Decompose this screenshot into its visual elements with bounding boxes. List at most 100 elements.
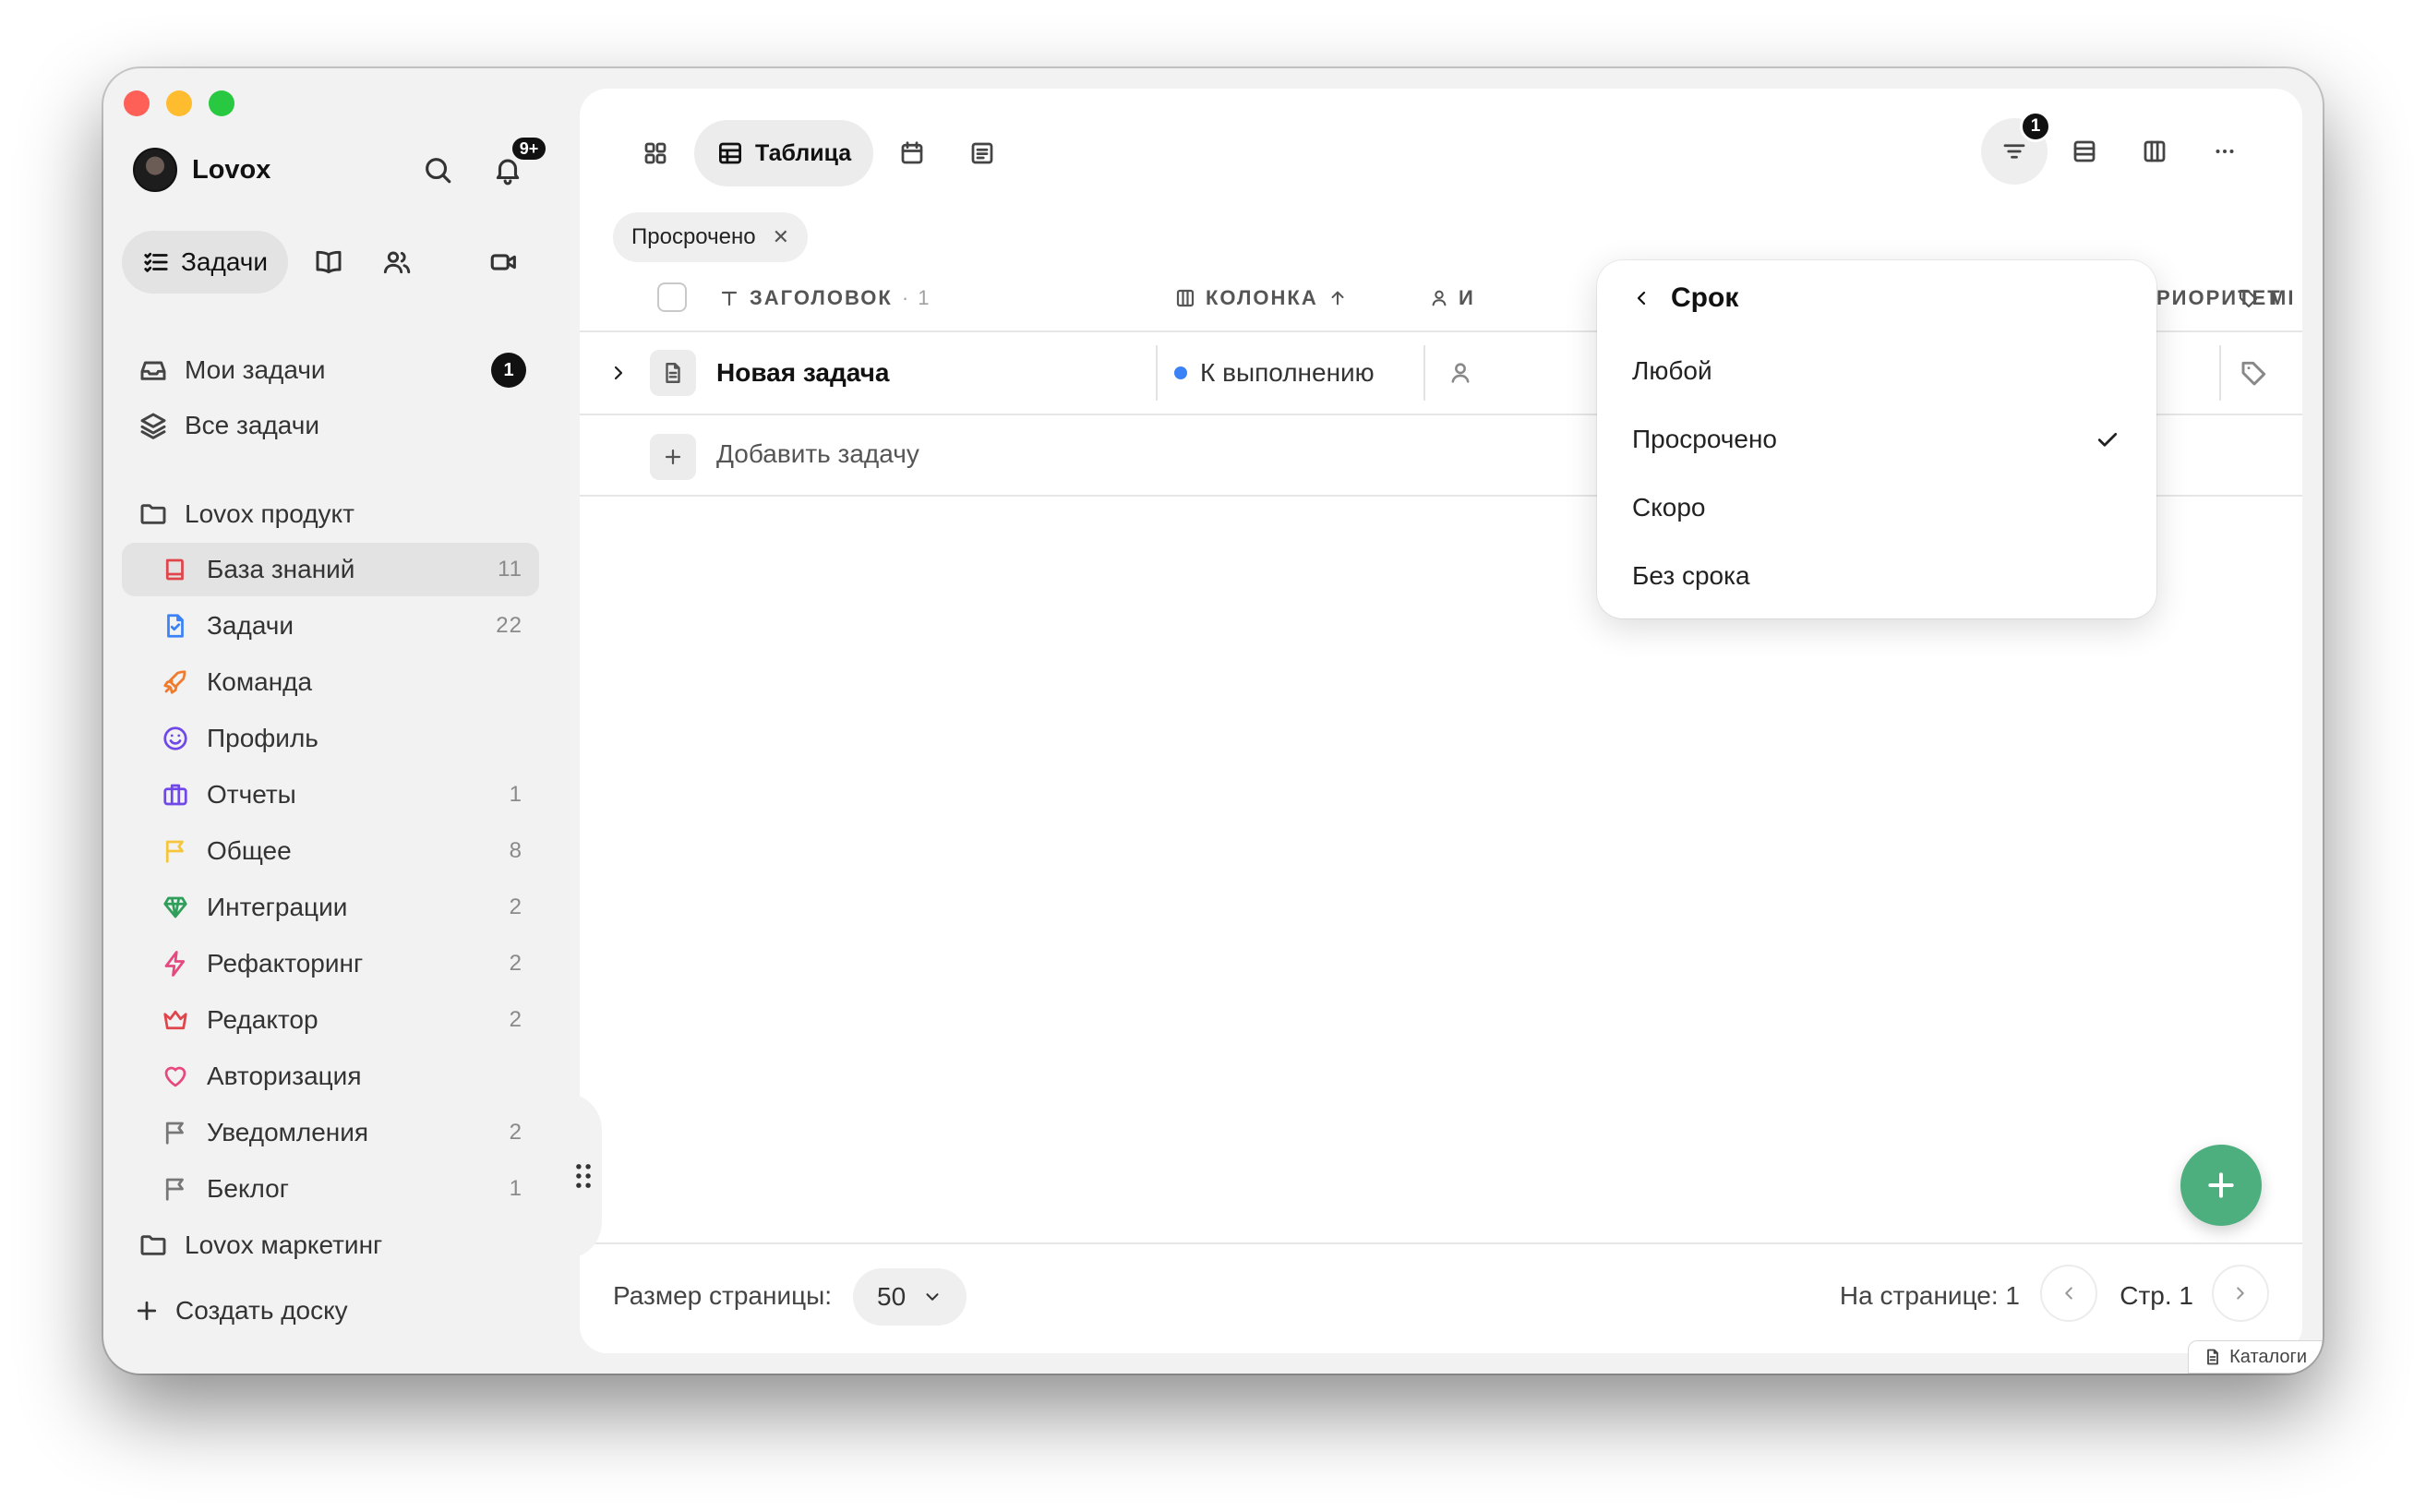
task-assignee-cell[interactable] [1447, 332, 1473, 414]
view-list-button[interactable] [951, 122, 1014, 185]
items-on-page: На странице: 1 [1839, 1281, 2020, 1310]
prev-page-button[interactable] [2040, 1265, 2097, 1322]
book-icon [157, 551, 194, 588]
workspace-lovox-marketing[interactable]: Lovox маркетинг [122, 1218, 539, 1272]
create-task-fab[interactable] [2180, 1145, 2262, 1226]
sidebar-item-reports[interactable]: Отчеты 1 [122, 768, 539, 822]
view-calendar-button[interactable] [881, 122, 943, 185]
tab-tasks[interactable]: Задачи [122, 231, 289, 294]
expand-row-button[interactable] [607, 332, 630, 414]
view-table-button[interactable]: Таблица [694, 120, 874, 186]
sidebar: Lovox 9+ Задачи Мои задачи 1 Все задачи … [103, 68, 574, 1374]
workspace-label: Lovox маркетинг [185, 1230, 383, 1259]
page-size-select[interactable]: 50 [853, 1268, 967, 1326]
current-page: Стр. 1 [2120, 1281, 2193, 1310]
cell-divider [1156, 345, 1158, 401]
sidebar-item-label: Все задачи [185, 411, 319, 439]
header-tags[interactable]: МІ [2238, 286, 2295, 310]
filter-button[interactable]: 1 [1981, 111, 2051, 185]
columns-icon [1176, 289, 1195, 307]
sidebar-item-label: База знаний [207, 555, 355, 583]
smile-icon [157, 720, 194, 757]
option-label: Просрочено [1632, 425, 1777, 453]
more-options-button[interactable] [2192, 118, 2258, 185]
sidebar-item-label: Авторизация [207, 1062, 362, 1090]
tab-knowledge[interactable] [301, 234, 356, 290]
flag-icon [157, 833, 194, 870]
view-table-label: Таблица [755, 139, 852, 166]
header-column[interactable]: КОЛОНКА [1174, 286, 1348, 310]
document-icon [2207, 1349, 2219, 1365]
remove-filter-icon[interactable]: ✕ [773, 225, 789, 249]
document-icon [650, 350, 696, 396]
checklist-icon [144, 252, 168, 272]
filter-count-badge: 1 [2020, 111, 2051, 142]
folder-icon [135, 1227, 172, 1264]
sidebar-item-general[interactable]: Общее 8 [122, 824, 539, 878]
sidebar-item-integrations[interactable]: Интеграции 2 [122, 881, 539, 934]
columns-icon [2144, 140, 2166, 162]
sidebar-item-label: Команда [207, 667, 313, 696]
select-all-checkbox[interactable] [657, 282, 687, 312]
drag-handle-icon [576, 1164, 591, 1188]
search-button[interactable] [417, 150, 458, 190]
user-name: Lovox [192, 154, 271, 185]
sidebar-item-my-tasks[interactable]: Мои задачи 1 [122, 343, 539, 397]
columns-button[interactable] [2121, 118, 2188, 185]
sidebar-item-count: 2 [509, 894, 522, 919]
create-board-button[interactable]: Создать доску [133, 1296, 348, 1326]
user-menu[interactable]: Lovox [133, 148, 270, 192]
task-title-cell[interactable]: Новая задача [650, 332, 889, 414]
sidebar-item-tasks[interactable]: Задачи 22 [122, 599, 539, 653]
sidebar-item-refactoring[interactable]: Рефакторинг 2 [122, 937, 539, 990]
sidebar-item-label: Уведомления [207, 1118, 369, 1146]
sort-asc-icon[interactable] [1327, 288, 1348, 308]
option-soon[interactable]: Скоро [1632, 482, 2121, 534]
sidebar-item-backlog[interactable]: Беклог 1 [122, 1162, 539, 1216]
option-label: Любой [1632, 356, 1712, 385]
right-toolbar: 1 [1981, 111, 2258, 185]
sidebar-item-editor[interactable]: Редактор 2 [122, 993, 539, 1047]
dropdown-back-button[interactable]: Срок [1630, 282, 1738, 314]
checkmark-icon [2097, 433, 2118, 447]
status-dot [1174, 366, 1187, 379]
sidebar-item-count: 1 [509, 782, 522, 807]
plus-icon [650, 434, 696, 480]
sidebar-item-knowledge-base[interactable]: База знаний 11 [122, 543, 539, 596]
sidebar-item-profile[interactable]: Профиль [122, 712, 539, 765]
diamond-icon [157, 889, 194, 926]
task-tags-cell[interactable] [2240, 332, 2269, 414]
cell-divider [2219, 345, 2221, 401]
sidebar-item-auth[interactable]: Авторизация [122, 1050, 539, 1103]
option-label: Скоро [1632, 493, 1706, 522]
option-any[interactable]: Любой [1632, 345, 2121, 397]
sidebar-resize-handle[interactable] [565, 1093, 602, 1259]
sidebar-item-count: 22 [496, 613, 522, 638]
header-title-count: · 1 [901, 286, 931, 309]
user-icon [1432, 290, 1447, 306]
option-no-due-date[interactable]: Без срока [1632, 550, 2121, 602]
tab-video[interactable] [476, 234, 532, 290]
sidebar-item-notifications[interactable]: Уведомления 2 [122, 1106, 539, 1159]
add-task-label: Добавить задачу [716, 439, 919, 468]
task-status-cell[interactable]: К выполнению [1174, 332, 1375, 414]
tab-team[interactable] [369, 234, 425, 290]
folder-icon [135, 496, 172, 533]
option-overdue[interactable]: Просрочено [1632, 414, 2121, 465]
flag-icon [157, 1170, 194, 1207]
user-icon [1451, 363, 1470, 383]
tag-icon [2241, 361, 2266, 386]
active-filter-chip[interactable]: Просрочено ✕ [613, 212, 809, 262]
tab-tasks-label: Задачи [181, 247, 269, 276]
view-grid-button[interactable] [624, 122, 687, 185]
next-page-button[interactable] [2212, 1265, 2269, 1322]
sidebar-item-team[interactable]: Команда [122, 655, 539, 709]
sidebar-item-label: Интеграции [207, 893, 348, 921]
sidebar-item-label: Рефакторинг [207, 949, 364, 978]
sidebar-item-all-tasks[interactable]: Все задачи [122, 399, 539, 452]
header-title[interactable]: ЗАГОЛОВОК · 1 [718, 286, 931, 310]
catalog-button[interactable]: Каталоги [2188, 1340, 2323, 1374]
header-assignee[interactable]: И [1429, 286, 1475, 310]
workspace-lovox-product[interactable]: Lovox продукт [122, 487, 539, 541]
row-density-button[interactable] [2051, 118, 2118, 185]
